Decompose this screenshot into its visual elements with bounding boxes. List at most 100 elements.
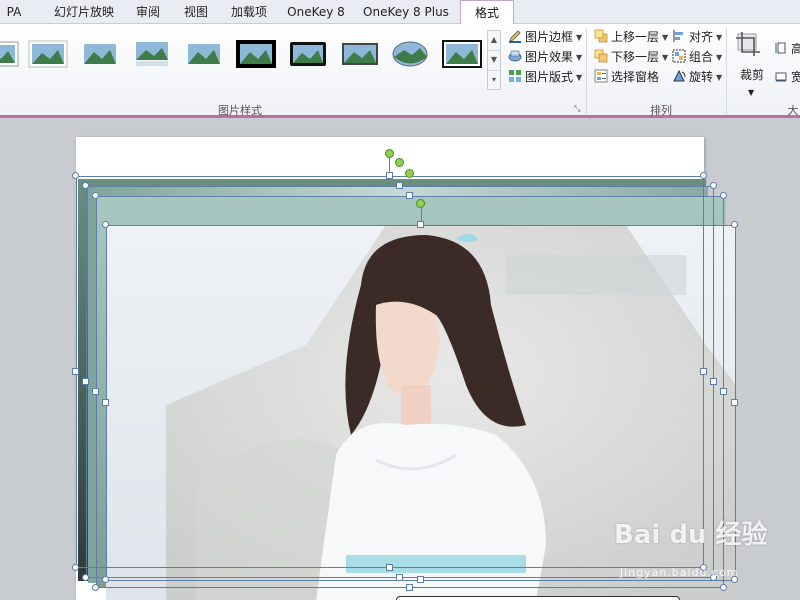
- dialog-launcher-icon[interactable]: ⤡: [574, 104, 584, 114]
- picture-effects-button[interactable]: 图片效果 ▼: [508, 48, 582, 66]
- resize-handle[interactable]: [417, 221, 424, 228]
- resize-handle[interactable]: [700, 368, 707, 375]
- height-icon: [775, 42, 786, 54]
- bring-forward-button[interactable]: 上移一层 ▼: [594, 28, 668, 46]
- resize-handle[interactable]: [731, 221, 738, 228]
- resize-handle[interactable]: [92, 584, 99, 591]
- style-thumb-6-black-frame[interactable]: [236, 40, 276, 68]
- gallery-scroller[interactable]: ▲ ▼ ▾: [487, 30, 501, 90]
- height-field[interactable]: 高: [774, 40, 800, 58]
- tab-format[interactable]: 格式: [460, 0, 514, 26]
- resize-handle[interactable]: [92, 192, 99, 199]
- layout-icon: [509, 70, 521, 82]
- chevron-down-icon: ▼: [716, 73, 723, 82]
- resize-handle[interactable]: [102, 221, 109, 228]
- resize-handle[interactable]: [102, 576, 109, 583]
- resize-handle[interactable]: [82, 378, 89, 385]
- resize-handle[interactable]: [720, 388, 727, 395]
- style-thumb-3[interactable]: [80, 40, 120, 68]
- tab-view[interactable]: 视图: [176, 0, 216, 24]
- crop-button[interactable]: 裁剪: [740, 66, 764, 84]
- chevron-down-icon: ▼: [662, 33, 669, 42]
- resize-handle[interactable]: [406, 584, 413, 591]
- bring-forward-icon: [594, 29, 608, 43]
- width-icon: [775, 72, 787, 82]
- gallery-up-icon[interactable]: ▲: [488, 31, 500, 51]
- resize-handle[interactable]: [92, 388, 99, 395]
- picture-style-gallery: [0, 30, 500, 102]
- picture-layout-button[interactable]: 图片版式 ▼: [508, 68, 582, 86]
- resize-handle[interactable]: [386, 172, 393, 179]
- resize-handle[interactable]: [72, 564, 79, 571]
- tab-onekey8[interactable]: OneKey 8: [282, 0, 350, 24]
- picture-border-button[interactable]: 图片边框 ▼: [508, 28, 582, 46]
- align-button[interactable]: 对齐 ▼: [672, 28, 722, 46]
- crop-dropdown-icon[interactable]: ▼: [748, 84, 754, 102]
- pen-icon: [509, 30, 521, 43]
- resize-handle[interactable]: [417, 576, 424, 583]
- selection-pane-icon: [594, 69, 608, 83]
- resize-handle[interactable]: [72, 172, 79, 179]
- style-thumb-8[interactable]: [340, 40, 380, 68]
- watermark-url: jingyan.baidu.com: [620, 566, 739, 579]
- resize-handle[interactable]: [102, 399, 109, 406]
- resize-handle[interactable]: [710, 182, 717, 189]
- resize-handle[interactable]: [396, 182, 403, 189]
- resize-handle[interactable]: [82, 574, 89, 581]
- resize-handle[interactable]: [720, 584, 727, 591]
- watermark-logo: Bai du 经验: [614, 520, 768, 550]
- resize-handle[interactable]: [710, 378, 717, 385]
- crop-icon-area[interactable]: [734, 30, 764, 66]
- ribbon-body: ▲ ▼ ▾ 图片边框 ▼ 图片效果 ▼ 图片版式 ▼ 图片样式 ⤡ 上移一层 ▼ 下移一…: [0, 24, 800, 118]
- resize-handle[interactable]: [82, 182, 89, 189]
- style-thumb-2[interactable]: [28, 40, 68, 68]
- resize-handle[interactable]: [731, 399, 738, 406]
- style-thumb-10[interactable]: [442, 40, 482, 68]
- style-thumb-9-oval[interactable]: [390, 40, 430, 68]
- send-backward-icon: [594, 49, 608, 63]
- resize-handle[interactable]: [396, 574, 403, 581]
- rotate-handle-icon[interactable]: [416, 199, 425, 208]
- chevron-down-icon: ▼: [576, 33, 583, 42]
- style-thumb-7[interactable]: [288, 40, 328, 68]
- text-placeholder-edge[interactable]: [396, 596, 680, 600]
- resize-handle[interactable]: [406, 192, 413, 199]
- group-label-arrange: 排列: [650, 104, 672, 117]
- tab-onekey8plus[interactable]: OneKey 8 Plus: [360, 0, 452, 24]
- group-label-picture-styles: 图片样式: [218, 104, 262, 117]
- style-thumb-1[interactable]: [0, 40, 20, 68]
- resize-handle[interactable]: [386, 564, 393, 571]
- group-icon: [672, 49, 686, 63]
- style-thumb-4[interactable]: [132, 40, 172, 68]
- chevron-down-icon: ▼: [576, 53, 583, 62]
- style-thumb-5[interactable]: [184, 40, 224, 68]
- tab-review[interactable]: 审阅: [128, 0, 168, 24]
- chevron-down-icon: ▼: [576, 73, 583, 82]
- divider: [726, 28, 727, 114]
- crop-icon: [736, 32, 760, 56]
- chevron-down-icon: ▼: [716, 53, 723, 62]
- rotate-icon: [673, 69, 686, 82]
- send-backward-button[interactable]: 下移一层 ▼: [594, 48, 668, 66]
- width-field[interactable]: 宽: [774, 68, 800, 86]
- group-button[interactable]: 组合 ▼: [672, 48, 722, 66]
- rotate-button[interactable]: 旋转 ▼: [672, 68, 722, 86]
- tab-slideshow[interactable]: 幻灯片放映: [44, 0, 124, 24]
- tab-pa[interactable]: PA: [0, 0, 28, 24]
- rotate-handle-icon[interactable]: [385, 149, 394, 158]
- resize-handle[interactable]: [72, 368, 79, 375]
- divider: [586, 28, 587, 114]
- selection-pane-button[interactable]: 选择窗格: [594, 68, 659, 86]
- chevron-down-icon: ▼: [662, 53, 669, 62]
- resize-handle[interactable]: [700, 172, 707, 179]
- chevron-down-icon: ▼: [716, 33, 723, 42]
- gallery-down-icon[interactable]: ▼: [488, 51, 500, 71]
- rotate-handle-icon[interactable]: [395, 158, 404, 167]
- effects-icon: [508, 50, 522, 62]
- resize-handle[interactable]: [720, 192, 727, 199]
- align-icon: [673, 30, 683, 42]
- rotate-handle-icon[interactable]: [405, 169, 414, 178]
- gallery-more-icon[interactable]: ▾: [488, 71, 500, 91]
- tab-addins[interactable]: 加载项: [224, 0, 274, 24]
- group-label-size: 大: [787, 104, 799, 117]
